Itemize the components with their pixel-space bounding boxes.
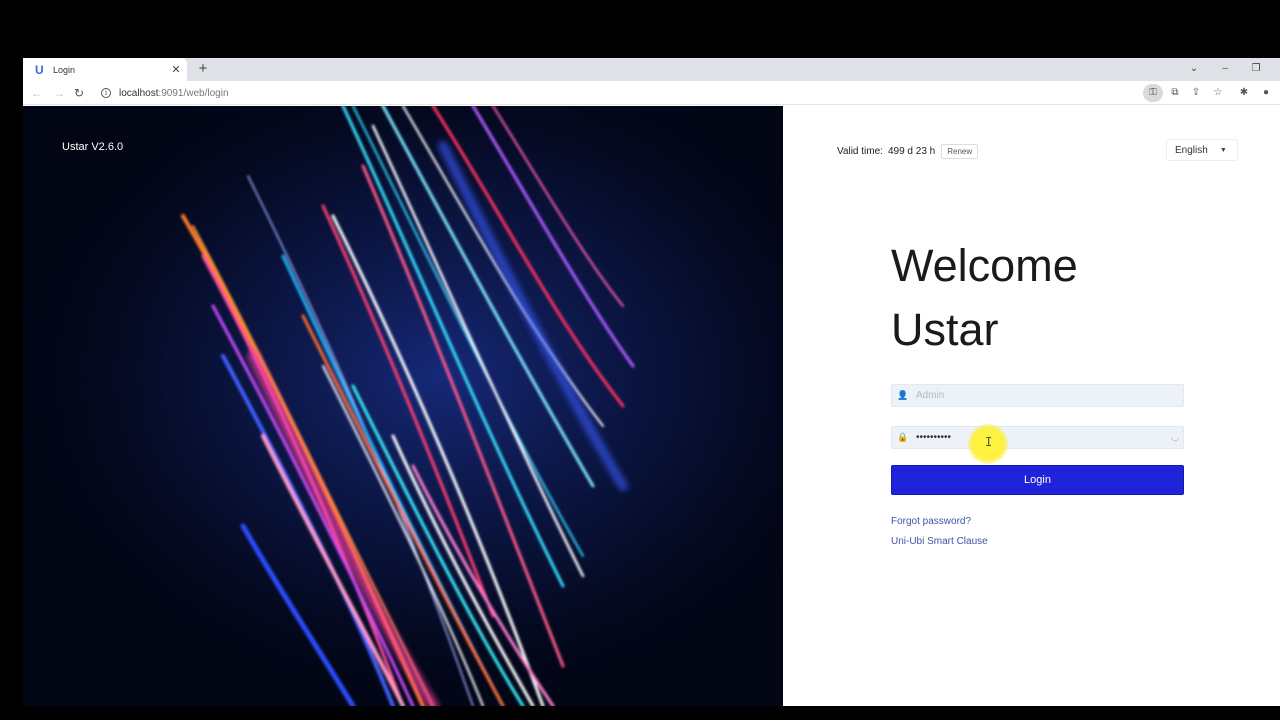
bookmark-star-icon[interactable]: ☆	[1210, 84, 1226, 102]
forgot-password-link[interactable]: Forgot password?	[891, 516, 971, 527]
valid-time-value: 499 d 23 h	[887, 146, 936, 157]
tab-login[interactable]: U Login ✕	[23, 58, 187, 81]
share-icon[interactable]: ⇪	[1188, 84, 1204, 102]
site-info-icon[interactable]: i	[101, 88, 111, 98]
tab-search-icon[interactable]: ⌄	[1186, 60, 1202, 78]
valid-time-label: Valid time:	[837, 146, 883, 157]
browser-window: U Login ✕ + ⌄ – ❐ ← → ↻ i localhost:9091…	[23, 58, 1280, 706]
tab-close-icon[interactable]: ✕	[169, 63, 183, 76]
app-version-label: Ustar V2.6.0	[62, 141, 124, 153]
toggle-visibility-icon[interactable]: ◡	[1171, 432, 1179, 443]
welcome-line-2: Ustar	[891, 304, 999, 355]
login-button[interactable]: Login	[891, 465, 1184, 495]
welcome-heading: Welcome Ustar	[891, 234, 1078, 362]
password-input[interactable]	[916, 432, 1156, 443]
user-icon: 👤	[897, 390, 909, 400]
back-button[interactable]: ←	[29, 84, 45, 102]
extensions-icon[interactable]: ✱	[1236, 84, 1252, 102]
profile-icon[interactable]: ●	[1258, 84, 1274, 102]
language-select[interactable]: English ▼	[1166, 139, 1238, 161]
language-value: English	[1175, 144, 1208, 156]
text-cursor-icon: I	[985, 435, 993, 449]
login-panel: Valid time: 499 d 23 h Renew English ▼ W…	[783, 106, 1280, 706]
welcome-line-1: Welcome	[891, 240, 1078, 291]
username-field[interactable]: 👤	[891, 384, 1184, 407]
minimize-button[interactable]: –	[1217, 60, 1233, 78]
key-icon[interactable]: ⚿	[1143, 84, 1163, 102]
forward-button[interactable]: →	[51, 84, 67, 102]
hero-image: Ustar V2.6.0	[23, 106, 783, 706]
tab-title: Login	[53, 64, 76, 75]
lock-icon: 🔒	[897, 432, 909, 442]
light-streaks-graphic	[23, 106, 783, 706]
tab-strip: U Login ✕ + ⌄ – ❐	[23, 58, 1280, 81]
smart-clause-link[interactable]: Uni-Ubi Smart Clause	[891, 536, 988, 547]
address-bar[interactable]: i localhost:9091/web/login	[95, 83, 1280, 103]
ustar-favicon-icon: U	[35, 62, 44, 77]
password-field[interactable]: 🔒 ◡	[891, 426, 1184, 449]
url-text: localhost:9091/web/login	[119, 87, 229, 99]
browser-toolbar: ← → ↻ i localhost:9091/web/login ⚿ ⧉ ⇪ ☆…	[23, 81, 1280, 105]
renew-button[interactable]: Renew	[941, 144, 979, 159]
new-tab-button[interactable]: +	[194, 60, 212, 78]
restore-button[interactable]: ❐	[1248, 60, 1264, 78]
caret-down-icon: ▼	[1219, 146, 1227, 154]
license-validity: Valid time: 499 d 23 h Renew	[837, 144, 979, 159]
username-input[interactable]	[916, 390, 1156, 401]
reload-button[interactable]: ↻	[71, 84, 87, 102]
login-page: Ustar V2.6.0 Valid time: 499 d 23 h Rene…	[23, 106, 1280, 706]
translate-icon[interactable]: ⧉	[1167, 84, 1183, 102]
